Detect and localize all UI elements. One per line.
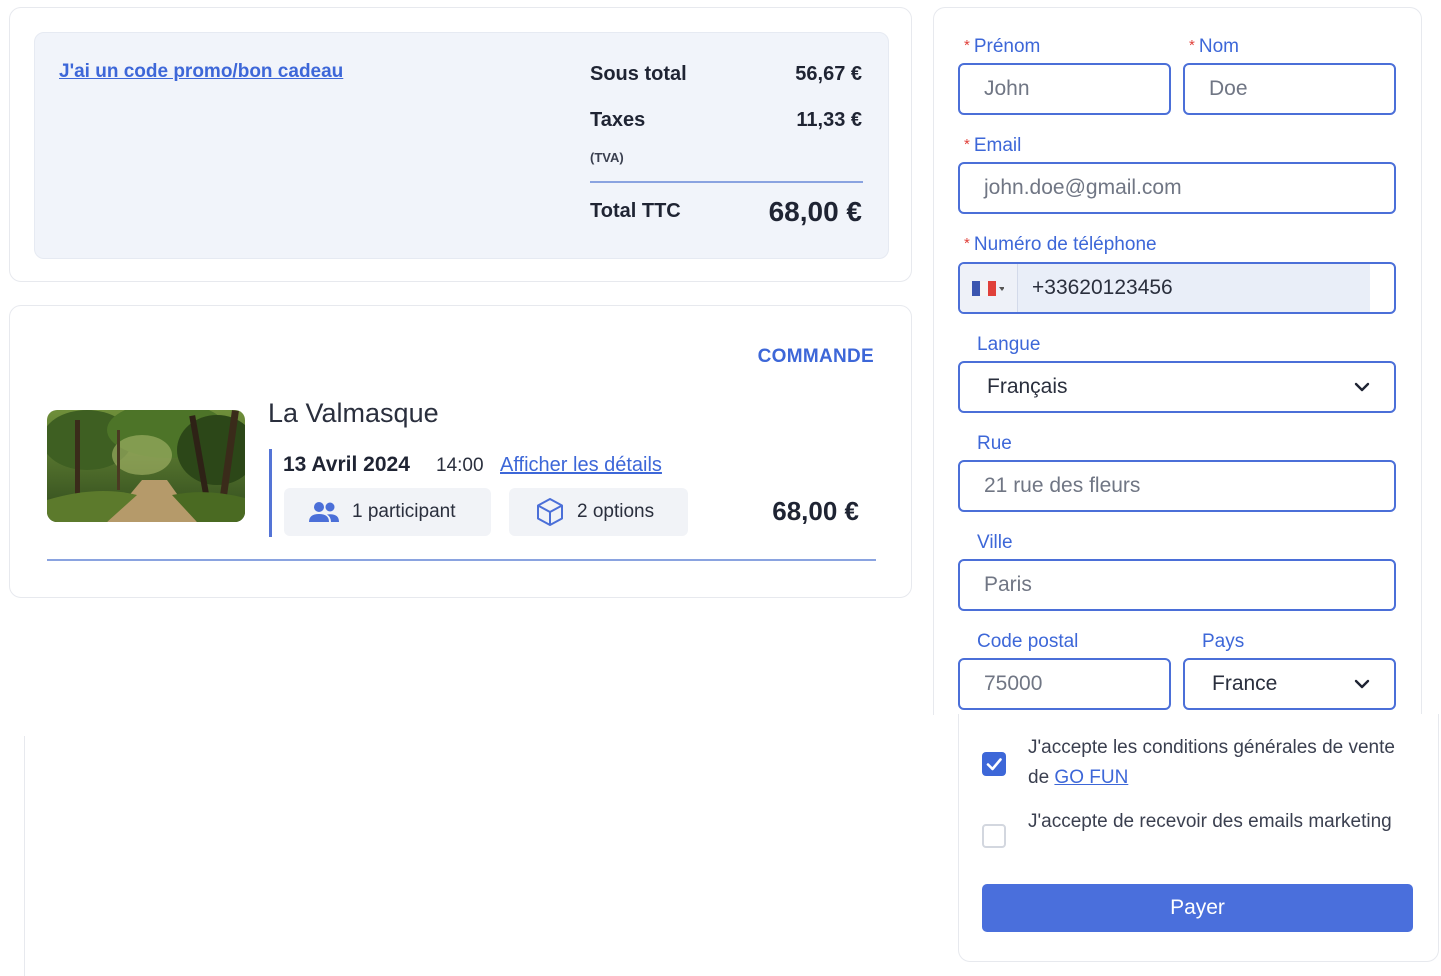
subtotal-value: 56,67 € (795, 63, 862, 85)
firstname-label: * Prénom (964, 36, 1041, 57)
subtotal-label: Sous total (590, 63, 687, 85)
check-icon (986, 758, 1002, 771)
city-input[interactable]: Paris (958, 559, 1396, 611)
country-label: Pays (1202, 631, 1245, 652)
price-summary-card: J'ai un code promo/bon cadeau Sous total… (9, 7, 912, 282)
order-time: 14:00 (436, 455, 484, 476)
pay-button[interactable]: Payer (982, 884, 1413, 932)
tva-label: (TVA) (590, 150, 624, 165)
cgv-checkbox[interactable] (982, 752, 1006, 776)
taxes-label: Taxes (590, 109, 646, 131)
postal-code-input[interactable]: 75000 (958, 658, 1171, 710)
email-label: * Email (964, 135, 1022, 156)
total-value: 68,00 € (768, 196, 862, 227)
lastname-input[interactable]: Doe (1183, 63, 1396, 115)
phone-label: * Numéro de téléphone (964, 234, 1157, 255)
phone-field: +33620123456 (958, 262, 1396, 314)
country-value: France (1212, 672, 1278, 695)
country-code-selector[interactable] (960, 264, 1018, 312)
page-divider-line (24, 736, 25, 976)
participants-count: 1 participant (352, 501, 456, 522)
marketing-consent-text: J'accepte de recevoir des emails marketi… (1028, 811, 1392, 832)
language-value: Français (987, 375, 1068, 398)
promo-code-link[interactable]: J'ai un code promo/bon cadeau (59, 61, 343, 83)
order-card: COMMANDE La Valmasque 13 Avril 2024 14:0… (9, 305, 912, 598)
taxes-value: 11,33 € (796, 109, 862, 131)
postal-code-label: Code postal (977, 631, 1079, 652)
order-detail-accent-bar (269, 449, 272, 537)
product-thumbnail (47, 410, 245, 522)
chevron-down-icon (1354, 679, 1370, 689)
language-label: Langue (977, 334, 1041, 355)
chevron-down-icon (1354, 382, 1370, 392)
gofun-link[interactable]: GO FUN (1054, 767, 1128, 788)
participants-chip: 1 participant (284, 488, 491, 536)
language-select[interactable]: Français (958, 361, 1396, 413)
lastname-label: * Nom (1189, 36, 1239, 57)
street-input[interactable]: 21 rue des fleurs (958, 460, 1396, 512)
cube-icon (537, 498, 563, 526)
order-date: 13 Avril 2024 (283, 453, 410, 476)
email-input[interactable]: john.doe@gmail.com (958, 162, 1396, 214)
order-section-title: COMMANDE (757, 346, 874, 367)
show-details-link[interactable]: Afficher les détails (500, 454, 662, 477)
price-summary-panel: J'ai un code promo/bon cadeau Sous total… (34, 32, 889, 259)
firstname-input[interactable]: John (958, 63, 1171, 115)
street-label: Rue (977, 433, 1012, 454)
country-select[interactable]: France (1183, 658, 1396, 710)
options-chip: 2 options (509, 488, 688, 536)
options-count: 2 options (577, 501, 655, 522)
marketing-checkbox[interactable] (982, 824, 1006, 848)
people-icon (309, 502, 339, 522)
phone-input[interactable]: +33620123456 (1018, 264, 1370, 312)
summary-divider (590, 181, 863, 183)
city-label: Ville (977, 532, 1013, 553)
france-flag-icon (972, 281, 1005, 296)
total-label: Total TTC (590, 200, 681, 222)
cgv-consent-text: J'accepte les conditions générales de ve… (1028, 737, 1395, 788)
order-divider (47, 559, 876, 561)
order-price: 68,00 € (772, 496, 859, 526)
product-name: La Valmasque (268, 398, 439, 428)
